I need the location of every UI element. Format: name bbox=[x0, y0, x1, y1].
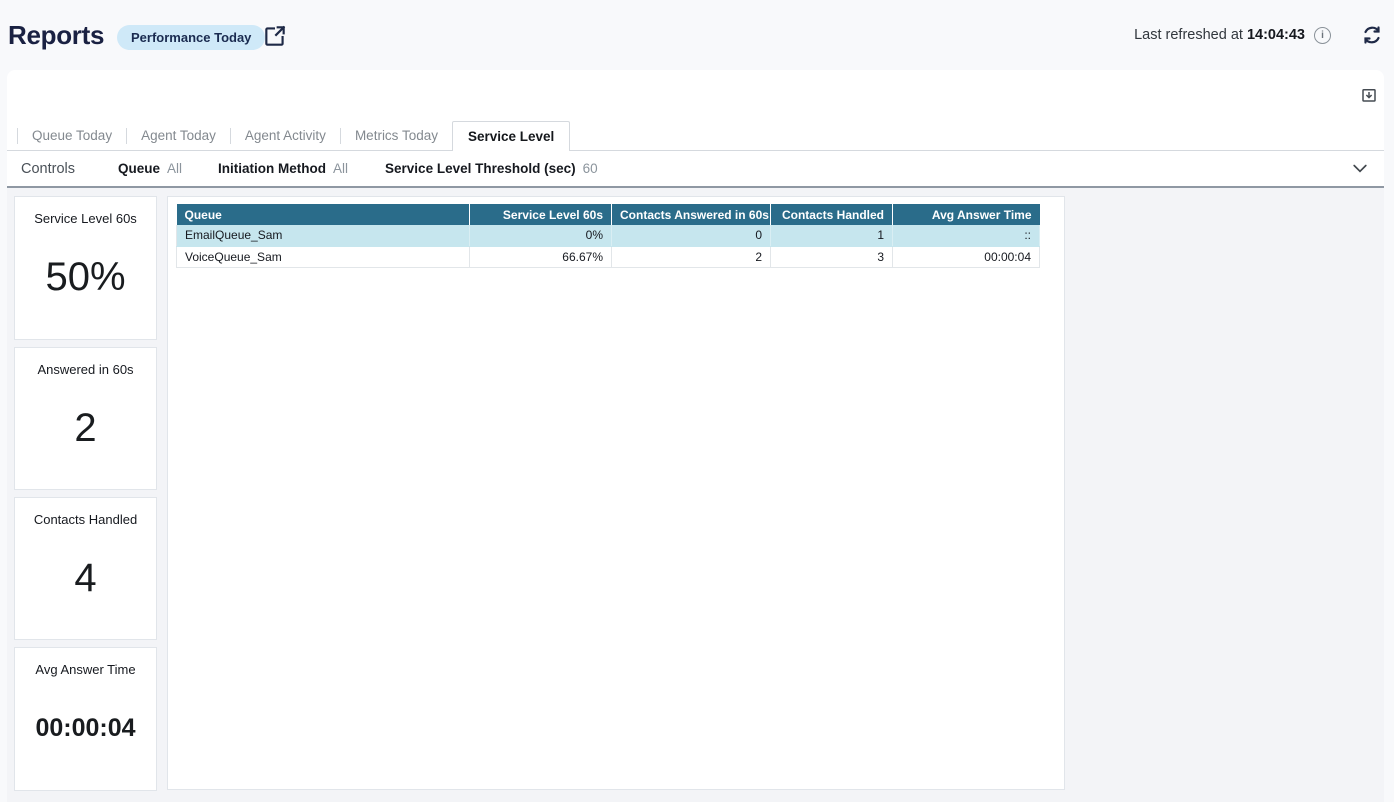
filter-value: 60 bbox=[583, 161, 598, 176]
tab-metrics-today[interactable]: Metrics Today bbox=[341, 128, 452, 143]
top-header: Reports Performance Today Last refreshed… bbox=[0, 0, 1394, 70]
controls-collapse-button[interactable] bbox=[1350, 158, 1370, 178]
service-level-table-panel: Queue Service Level 60s Contacts Answere… bbox=[167, 196, 1065, 790]
cell-avg-answer-time: 00:00:04 bbox=[893, 246, 1040, 267]
column-header-queue[interactable]: Queue bbox=[177, 204, 470, 225]
kpi-contacts-handled: Contacts Handled 4 bbox=[14, 497, 157, 640]
chevron-down-icon bbox=[1350, 158, 1370, 178]
cell-service-level: 0% bbox=[470, 225, 612, 246]
export-button[interactable] bbox=[1360, 86, 1378, 104]
service-level-table: Queue Service Level 60s Contacts Answere… bbox=[176, 204, 1040, 268]
kpi-service-level: Service Level 60s 50% bbox=[14, 196, 157, 340]
tab-agent-today[interactable]: Agent Today bbox=[127, 128, 230, 143]
filter-label: Initiation Method bbox=[218, 161, 326, 176]
column-header-contacts-answered[interactable]: Contacts Answered in 60s bbox=[612, 204, 771, 225]
filter-queue[interactable]: Queue All bbox=[118, 161, 182, 176]
refresh-icon bbox=[1360, 23, 1384, 47]
cell-avg-answer-time: :: bbox=[893, 225, 1040, 246]
kpi-avg-answer-time: Avg Answer Time 00:00:04 bbox=[14, 647, 157, 791]
table-row[interactable]: VoiceQueue_Sam 66.67% 2 3 00:00:04 bbox=[177, 246, 1040, 267]
reports-page: Reports Performance Today Last refreshed… bbox=[0, 0, 1394, 802]
cell-contacts-answered: 0 bbox=[612, 225, 771, 246]
cell-contacts-handled: 3 bbox=[771, 246, 893, 267]
kpi-answered-in-60s: Answered in 60s 2 bbox=[14, 347, 157, 490]
table-header-row: Queue Service Level 60s Contacts Answere… bbox=[177, 204, 1040, 225]
column-header-avg-answer-time[interactable]: Avg Answer Time bbox=[893, 204, 1040, 225]
cell-queue: EmailQueue_Sam bbox=[177, 225, 470, 246]
kpi-value: 4 bbox=[74, 556, 96, 601]
filter-value: All bbox=[333, 161, 348, 176]
filter-label: Service Level Threshold (sec) bbox=[385, 161, 576, 176]
filter-value: All bbox=[167, 161, 182, 176]
controls-title: Controls bbox=[21, 161, 75, 177]
tab-queue-today[interactable]: Queue Today bbox=[18, 128, 126, 143]
dashboard-card: Queue Today Agent Today Agent Activity M… bbox=[7, 70, 1384, 802]
filter-label: Queue bbox=[118, 161, 160, 176]
page-title: Reports bbox=[8, 20, 104, 51]
info-icon[interactable]: i bbox=[1314, 27, 1331, 44]
tab-agent-activity[interactable]: Agent Activity bbox=[231, 128, 340, 143]
filter-service-level-threshold[interactable]: Service Level Threshold (sec) 60 bbox=[385, 161, 598, 176]
cell-service-level: 66.67% bbox=[470, 246, 612, 267]
kpi-value: 50% bbox=[45, 255, 125, 300]
performance-today-badge: Performance Today bbox=[117, 25, 265, 50]
kpi-title: Answered in 60s bbox=[37, 362, 133, 377]
column-header-service-level[interactable]: Service Level 60s bbox=[470, 204, 612, 225]
sheet-tabs: Queue Today Agent Today Agent Activity M… bbox=[7, 121, 1384, 151]
column-header-contacts-handled[interactable]: Contacts Handled bbox=[771, 204, 893, 225]
cell-queue: VoiceQueue_Sam bbox=[177, 246, 470, 267]
download-icon bbox=[1360, 86, 1378, 104]
kpi-title: Avg Answer Time bbox=[35, 662, 135, 677]
kpi-title: Contacts Handled bbox=[34, 512, 137, 527]
kpi-value: 00:00:04 bbox=[35, 714, 135, 743]
last-refreshed-text: Last refreshed at 14:04:43 bbox=[1134, 27, 1305, 43]
open-in-new-window-button[interactable] bbox=[262, 23, 288, 49]
refresh-button[interactable] bbox=[1360, 23, 1384, 47]
filter-initiation-method[interactable]: Initiation Method All bbox=[218, 161, 348, 176]
external-link-icon bbox=[262, 23, 288, 49]
sheet-content: Service Level 60s 50% Answered in 60s 2 … bbox=[7, 188, 1384, 802]
last-refreshed-time: 14:04:43 bbox=[1247, 27, 1305, 43]
controls-bar: Controls Queue All Initiation Method All… bbox=[7, 151, 1384, 186]
kpi-title: Service Level 60s bbox=[34, 211, 137, 226]
cell-contacts-handled: 1 bbox=[771, 225, 893, 246]
cell-contacts-answered: 2 bbox=[612, 246, 771, 267]
table-row[interactable]: EmailQueue_Sam 0% 0 1 :: bbox=[177, 225, 1040, 246]
tab-service-level[interactable]: Service Level bbox=[452, 121, 570, 151]
refresh-group: Last refreshed at 14:04:43 i bbox=[1134, 0, 1384, 70]
kpi-value: 2 bbox=[74, 406, 96, 451]
